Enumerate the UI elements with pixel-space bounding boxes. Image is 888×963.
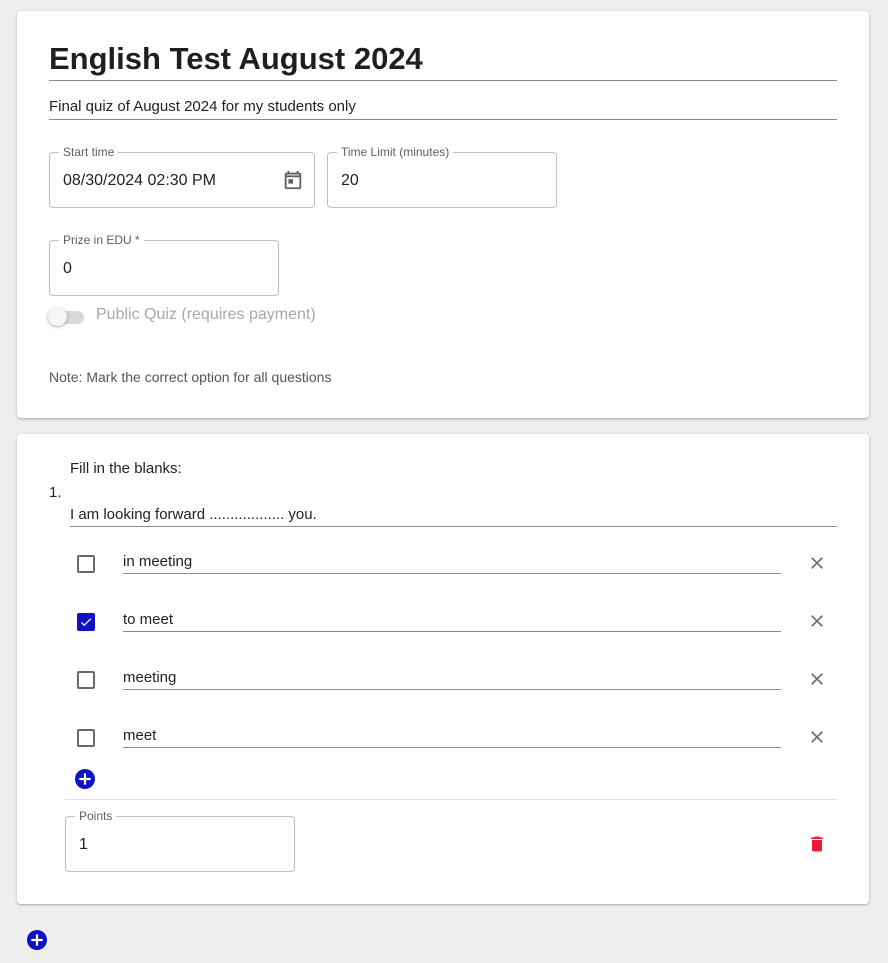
option-row: in meeting xyxy=(65,543,837,583)
calendar-icon[interactable] xyxy=(282,169,304,191)
option-text-field[interactable]: meet xyxy=(123,727,781,748)
time-limit-field[interactable]: Time Limit (minutes) 20 xyxy=(327,145,557,208)
option-row: meeting xyxy=(65,659,837,699)
time-limit-label: Time Limit (minutes) xyxy=(337,145,454,159)
note-text: Note: Mark the correct option for all qu… xyxy=(49,369,332,385)
close-icon[interactable] xyxy=(807,611,827,631)
public-quiz-toggle[interactable] xyxy=(48,307,86,327)
prize-label: Prize in EDU * xyxy=(59,233,144,247)
question-text-line-2[interactable]: I am looking forward .................. … xyxy=(70,505,317,525)
points-value[interactable]: 1 xyxy=(79,835,88,855)
quiz-description-field[interactable]: Final quiz of August 2024 for my student… xyxy=(49,97,837,120)
toggle-thumb xyxy=(48,307,67,326)
check-icon xyxy=(80,618,92,627)
option-checkbox[interactable] xyxy=(77,613,95,631)
option-row: to meet xyxy=(65,601,837,641)
start-time-label: Start time xyxy=(59,145,119,159)
quiz-title-field[interactable]: English Test August 2024 xyxy=(49,41,837,81)
start-time-value[interactable]: 08/30/2024 02:30 PM xyxy=(63,171,216,191)
option-row: meet xyxy=(65,717,837,757)
prize-value[interactable]: 0 xyxy=(63,259,72,279)
public-quiz-label: Public Quiz (requires payment) xyxy=(96,306,316,323)
question-text-field[interactable]: Fill in the blanks: I am looking forward… xyxy=(70,458,837,527)
option-text[interactable]: to meet xyxy=(123,611,781,629)
option-text-field[interactable]: meeting xyxy=(123,669,781,690)
option-checkbox[interactable] xyxy=(77,671,95,689)
trash-icon[interactable] xyxy=(807,833,827,855)
add-question-button[interactable] xyxy=(27,930,47,950)
add-circle-icon xyxy=(79,773,91,785)
option-text[interactable]: meet xyxy=(123,727,781,745)
quiz-description[interactable]: Final quiz of August 2024 for my student… xyxy=(49,97,837,117)
question-number: 1. xyxy=(49,484,62,501)
points-field[interactable]: Points 1 xyxy=(65,809,295,872)
points-label: Points xyxy=(75,809,117,823)
add-option-button[interactable] xyxy=(75,769,95,789)
prize-field[interactable]: Prize in EDU * 0 xyxy=(49,233,279,296)
start-time-field[interactable]: Start time 08/30/2024 02:30 PM xyxy=(49,145,315,208)
option-text[interactable]: meeting xyxy=(123,669,781,687)
close-icon[interactable] xyxy=(807,669,827,689)
quiz-settings-card: English Test August 2024 Final quiz of A… xyxy=(17,11,869,418)
question-card: 1. Fill in the blanks: I am looking forw… xyxy=(17,434,869,904)
question-text-line-1[interactable]: Fill in the blanks: xyxy=(70,459,182,479)
close-icon[interactable] xyxy=(807,553,827,573)
option-checkbox[interactable] xyxy=(77,729,95,747)
quiz-title[interactable]: English Test August 2024 xyxy=(49,41,837,77)
close-icon[interactable] xyxy=(807,727,827,747)
divider xyxy=(65,799,837,800)
option-text[interactable]: in meeting xyxy=(123,553,781,571)
option-checkbox[interactable] xyxy=(77,555,95,573)
option-text-field[interactable]: in meeting xyxy=(123,553,781,574)
add-circle-icon xyxy=(31,934,43,946)
time-limit-value[interactable]: 20 xyxy=(341,171,359,191)
option-text-field[interactable]: to meet xyxy=(123,611,781,632)
